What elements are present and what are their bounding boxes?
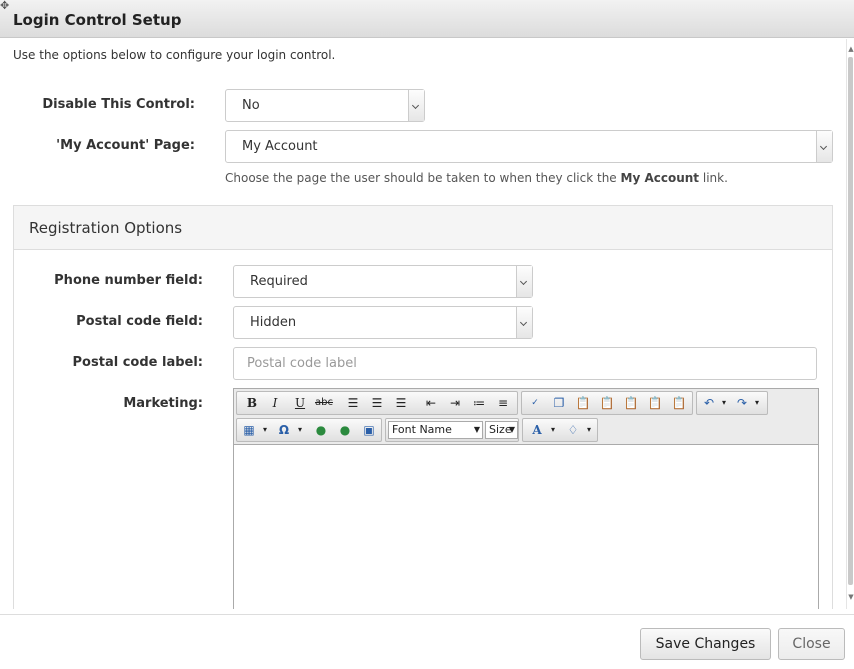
help-bold: My Account [620,171,700,185]
toolbar-group-history: ↶ ▾ ↷ ▾ [696,391,768,415]
postal-label-label: Postal code label: [72,355,203,370]
scroll-up-icon[interactable]: ▲ [847,45,854,53]
redo-dropdown-icon[interactable]: ▾ [747,394,767,412]
postal-label-placeholder: Postal code label [247,356,357,371]
unordered-list-icon[interactable]: ≡ [493,394,513,412]
my-account-label: 'My Account' Page: [56,138,195,153]
content-scrollbar[interactable]: ▲ ▼ [846,39,854,609]
phone-field-label: Phone number field: [54,273,203,288]
my-account-value: My Account [242,139,318,154]
link-icon[interactable]: ● [311,421,331,439]
postal-field-label: Postal code field: [76,314,203,329]
paste-icon[interactable]: 📋 [573,394,593,412]
phone-field-select[interactable]: Required [233,265,533,298]
chevron-down-icon[interactable] [408,90,424,121]
unlink-icon[interactable]: ● [335,421,355,439]
strikethrough-icon[interactable]: abc [314,394,334,412]
my-account-select[interactable]: My Account [225,130,833,163]
toolbar-group-insert: ▦ ▾ Ω ▾ ● ● ▣ [236,418,382,442]
scroll-down-icon[interactable]: ▼ [847,593,854,601]
marketing-label: Marketing: [123,396,203,411]
copy-icon[interactable]: ❐ [549,394,569,412]
font-name-value: Font Name [392,423,452,436]
font-name-dropdown[interactable]: Font Name ▼ [388,421,483,439]
underline-icon[interactable]: U [290,394,310,412]
my-account-help: Choose the page the user should be taken… [225,171,728,185]
toolbar-group-color: A ▾ ♢ ▾ [522,418,598,442]
paste-word-icon[interactable]: 📋 [645,394,665,412]
chevron-down-icon: ▼ [508,425,515,434]
dialog-titlebar[interactable]: ✥ Login Control Setup [0,0,854,38]
highlight-color-dropdown-icon[interactable]: ▾ [579,421,599,439]
move-icon[interactable]: ✥ [0,0,9,11]
disable-control-value: No [242,98,260,113]
disable-control-select[interactable]: No [225,89,425,122]
ordered-list-icon[interactable]: ≔ [469,394,489,412]
registration-title: Registration Options [29,219,183,237]
chevron-down-icon[interactable] [816,131,832,162]
paste-html-icon[interactable]: 📋 [669,394,689,412]
registration-panel-header: Registration Options [14,206,832,250]
font-size-dropdown[interactable]: Size ▼ [485,421,518,439]
help-prefix: Choose the page the user should be taken… [225,171,617,185]
spellcheck-icon[interactable]: ✓ [525,394,545,412]
help-suffix: link. [702,171,728,185]
align-right-icon[interactable]: ☰ [391,394,411,412]
editor-toolbar: B I U abc ☰ ☰ ☰ ⇤ ⇥ ≔ ≡ ✓ ❐ 📋 📋 📋 📋 📋 ↶ … [234,389,818,445]
chevron-down-icon[interactable] [516,307,532,338]
paste-text-icon[interactable]: 📋 [597,394,617,412]
align-left-icon[interactable]: ☰ [343,394,363,412]
toolbar-group-font: Font Name ▼ Size ▼ [385,418,519,442]
table-dropdown-icon[interactable]: ▾ [255,421,275,439]
postal-field-value: Hidden [250,315,297,330]
chevron-down-icon[interactable] [516,266,532,297]
phone-field-value: Required [250,274,308,289]
align-center-icon[interactable]: ☰ [367,394,387,412]
image-icon[interactable]: ▣ [359,421,379,439]
marketing-editor[interactable]: B I U abc ☰ ☰ ☰ ⇤ ⇥ ≔ ≡ ✓ ❐ 📋 📋 📋 📋 📋 ↶ … [233,388,819,609]
chevron-down-icon: ▼ [473,425,480,434]
toolbar-group-clipboard: ✓ ❐ 📋 📋 📋 📋 📋 [521,391,693,415]
dialog-content: Use the options below to configure your … [0,39,846,609]
outdent-icon[interactable]: ⇤ [421,394,441,412]
italic-icon[interactable]: I [265,394,285,412]
dialog-title: Login Control Setup [13,11,182,29]
save-changes-button[interactable]: Save Changes [640,628,771,660]
postal-field-select[interactable]: Hidden [233,306,533,339]
undo-dropdown-icon[interactable]: ▾ [714,394,734,412]
scroll-thumb[interactable] [848,57,853,585]
toolbar-group-format: B I U abc ☰ ☰ ☰ ⇤ ⇥ ≔ ≡ [236,391,518,415]
font-color-dropdown-icon[interactable]: ▾ [543,421,563,439]
postal-label-input[interactable]: Postal code label [233,347,817,380]
bold-icon[interactable]: B [242,394,262,412]
dialog-footer: Save Changes Close [0,614,854,669]
indent-icon[interactable]: ⇥ [445,394,465,412]
special-char-dropdown-icon[interactable]: ▾ [290,421,310,439]
paste-plain-icon[interactable]: 📋 [621,394,641,412]
close-button[interactable]: Close [778,628,845,660]
intro-text: Use the options below to configure your … [13,48,336,62]
disable-control-label: Disable This Control: [42,97,195,112]
